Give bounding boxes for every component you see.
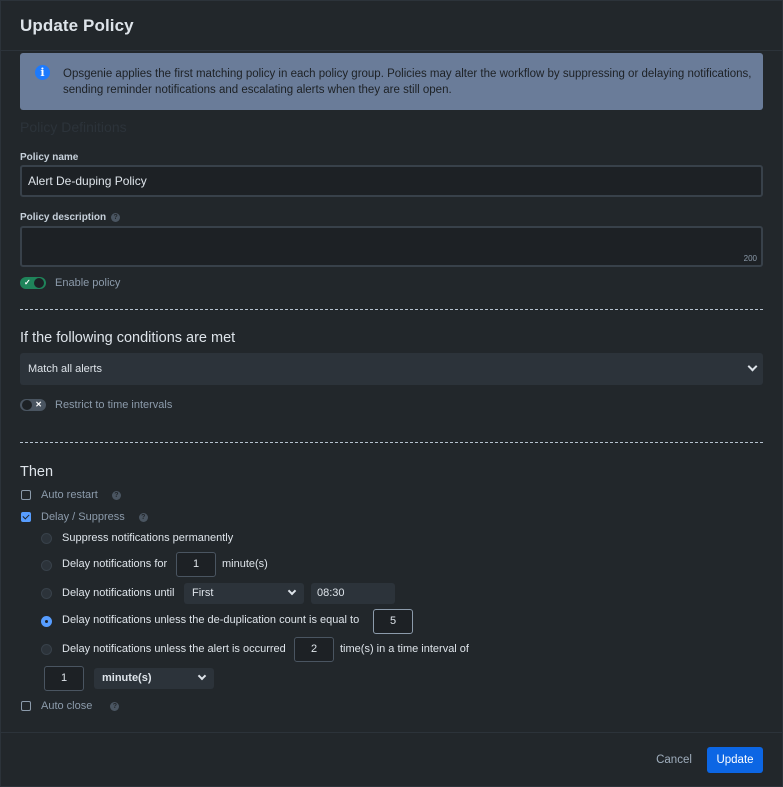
interval-unit-value: minute(s): [102, 672, 152, 684]
chevron-down-icon: [197, 671, 207, 681]
delay-until-label: Delay notifications until: [62, 587, 175, 599]
toggle-knob: [22, 400, 32, 410]
then-title: Then: [20, 464, 54, 480]
policy-name-label: Policy name: [20, 152, 79, 163]
auto-close-text: Auto close: [41, 700, 93, 712]
occurred-count-input[interactable]: 2: [294, 637, 334, 662]
delay-until-time-value: 08:30: [317, 587, 345, 599]
delay-suppress-checkbox[interactable]: [21, 512, 31, 522]
suppress-label: Suppress notifications permanently: [62, 532, 234, 544]
info-text: Opsgenie applies the first matching poli…: [63, 68, 752, 96]
interval-input[interactable]: 1: [44, 666, 84, 691]
delay-for-unit: minute(s): [222, 558, 268, 570]
update-policy-modal: Update Policy i Opsgenie applies the fir…: [0, 0, 783, 787]
chevron-down-icon: [287, 586, 297, 596]
policy-description-input[interactable]: 200: [20, 226, 763, 267]
chevron-down-icon: [747, 361, 758, 372]
occurred-suffix: time(s) in a time interval of: [340, 643, 469, 655]
radio-dedup[interactable]: [41, 616, 52, 627]
auto-restart-checkbox[interactable]: [21, 490, 31, 500]
modal-footer: Cancel Update: [1, 732, 782, 786]
occurred-label: Delay notifications unless the alert is …: [62, 643, 286, 655]
radio-delay-until[interactable]: [41, 588, 52, 599]
auto-restart-text: Auto restart: [41, 489, 98, 501]
auto-close-checkbox[interactable]: [21, 701, 31, 711]
policy-definitions-title: Policy Definitions: [20, 119, 127, 135]
enable-policy-label: Enable policy: [55, 277, 121, 289]
delay-suppress-text: Delay / Suppress: [41, 511, 125, 523]
section-divider: [20, 442, 763, 443]
radio-suppress[interactable]: [41, 533, 52, 544]
policy-description-label: Policy description: [20, 212, 107, 223]
section-divider: [20, 309, 763, 310]
info-banner: i Opsgenie applies the first matching po…: [20, 53, 763, 110]
delay-until-day-select[interactable]: First: [184, 583, 304, 604]
scrollbar[interactable]: [769, 51, 781, 731]
info-icon: i: [35, 65, 50, 80]
conditions-title: If the following conditions are met: [20, 330, 236, 346]
delay-for-input[interactable]: 1: [176, 552, 216, 577]
modal-title: Update Policy: [20, 16, 134, 35]
toggle-knob: [34, 278, 44, 288]
auto-close-label: Auto close?: [41, 700, 120, 712]
dedup-label: Delay notifications unless the de-duplic…: [62, 614, 360, 626]
cancel-button[interactable]: Cancel: [652, 748, 696, 772]
help-icon[interactable]: ?: [110, 701, 120, 711]
help-icon[interactable]: ?: [138, 512, 148, 522]
restrict-time-label: Restrict to time intervals: [55, 399, 173, 411]
check-icon: ✓: [24, 278, 31, 287]
radio-occurred[interactable]: [41, 644, 52, 655]
match-alerts-value: Match all alerts: [28, 363, 102, 375]
cross-icon: ✕: [35, 400, 42, 409]
help-icon[interactable]: ?: [111, 212, 121, 222]
delay-for-label: Delay notifications for: [62, 558, 168, 570]
enable-policy-toggle[interactable]: ✓: [20, 277, 46, 289]
modal-header: Update Policy: [1, 1, 782, 51]
delay-until-day-value: First: [192, 587, 214, 599]
match-alerts-select[interactable]: Match all alerts: [20, 353, 763, 385]
character-counter: 200: [743, 254, 757, 263]
policy-description-label-row: Policy description?: [20, 212, 121, 223]
help-icon[interactable]: ?: [111, 490, 121, 500]
interval-unit-select[interactable]: minute(s): [94, 668, 214, 689]
radio-delay-for[interactable]: [41, 560, 52, 571]
restrict-time-toggle[interactable]: ✕: [20, 399, 46, 411]
auto-restart-label: Auto restart?: [41, 489, 121, 501]
update-button[interactable]: Update: [707, 747, 763, 773]
delay-until-time-input[interactable]: 08:30: [311, 583, 395, 604]
dedup-count-input[interactable]: 5: [373, 609, 413, 634]
policy-name-input[interactable]: Alert De-duping Policy: [20, 165, 763, 197]
delay-suppress-label: Delay / Suppress?: [41, 511, 148, 523]
